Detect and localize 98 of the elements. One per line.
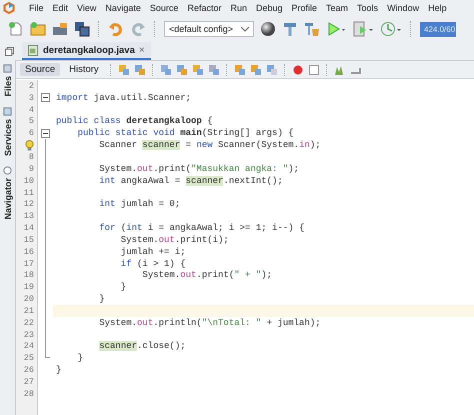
menu-item[interactable]: File — [29, 3, 44, 13]
run-icon[interactable] — [326, 21, 346, 37]
java-file-icon — [28, 44, 39, 56]
editor-tool-icon[interactable] — [208, 64, 220, 76]
line-number: 10 — [24, 176, 34, 186]
sphere-icon[interactable] — [260, 21, 276, 37]
editor-tool-icon[interactable] — [134, 64, 146, 76]
line-number: 16 — [24, 246, 34, 257]
new-file-icon[interactable] — [8, 21, 24, 37]
view-tab[interactable]: Source — [20, 63, 60, 76]
chart-icon[interactable] — [334, 64, 346, 76]
line-number: 12 — [24, 199, 34, 210]
editor-tool-icon[interactable] — [192, 64, 204, 76]
panel-icon — [3, 64, 12, 73]
line-number: 15 — [24, 234, 34, 245]
code-line: System.out.println("\nTotal: " + jumlah); — [98, 318, 321, 328]
line-number: 22 — [24, 318, 34, 328]
menu-item[interactable]: Run — [230, 3, 247, 13]
code-line: jumlah += i; — [120, 246, 186, 257]
menu-item[interactable]: Help — [428, 3, 447, 13]
line-number: 21 — [24, 306, 34, 316]
line-number: 8 — [28, 152, 34, 162]
editor-tab[interactable]: deretangkaloop.java × — [22, 42, 151, 60]
debug-icon[interactable] — [352, 21, 374, 37]
editor-tool-icon[interactable] — [118, 64, 130, 76]
breakpoint-icon[interactable] — [292, 64, 304, 76]
clean-build-icon[interactable] — [304, 21, 320, 37]
app-logo-icon — [3, 2, 15, 14]
line-number: 9 — [28, 164, 34, 174]
menu-item[interactable]: Tools — [357, 3, 378, 13]
code-line: System.out.print("Masukkan angka: "); — [98, 164, 300, 174]
code-line: } — [56, 365, 62, 376]
caret-icon — [241, 26, 249, 32]
code-line: if (i > 1) { — [120, 258, 186, 269]
line-number: 23 — [24, 330, 34, 340]
undo-icon[interactable] — [108, 21, 124, 37]
code-line: } — [76, 353, 84, 364]
editor-tool-icon[interactable] — [160, 64, 172, 76]
editor-tool-icon[interactable] — [234, 64, 246, 76]
code-line: import java.util.Scanner; — [56, 92, 192, 103]
menu-item[interactable]: Navigate — [105, 3, 141, 13]
menu-item[interactable]: Debug — [256, 3, 283, 13]
editor-tool-icon[interactable] — [266, 64, 278, 76]
line-number: 13 — [24, 211, 34, 222]
line-number: 6 — [28, 128, 34, 138]
line-number: 4 — [28, 104, 34, 115]
save-all-icon[interactable] — [74, 21, 90, 37]
close-tab-button[interactable]: × — [138, 44, 145, 56]
line-number: 2 — [28, 80, 34, 91]
code-line: System.out.print(i); — [120, 234, 229, 245]
line-number: 5 — [28, 116, 34, 126]
fold-toggle-icon[interactable] — [41, 128, 50, 138]
menu-item[interactable]: Profile — [292, 3, 318, 13]
side-panel-tab[interactable]: Services — [2, 106, 12, 156]
menu-item[interactable]: Edit — [52, 3, 68, 13]
menu-item[interactable]: View — [77, 3, 96, 13]
code-line: int angkaAwal = scanner.nextInt(); — [98, 176, 283, 186]
side-panel-tab[interactable]: Navigator — [2, 166, 12, 220]
line-number: 14 — [24, 223, 34, 234]
line-number: 28 — [24, 388, 34, 399]
menu-item[interactable]: Source — [150, 3, 178, 13]
line-number: 18 — [24, 270, 34, 280]
side-panel-tab[interactable]: Files — [2, 64, 12, 97]
line-number: 11 — [24, 188, 34, 198]
open-project-icon[interactable] — [52, 21, 68, 37]
profile-icon[interactable] — [380, 21, 402, 37]
restore-window-icon[interactable] — [5, 46, 14, 56]
line-number: 25 — [24, 353, 34, 364]
editor-tool-icon[interactable] — [176, 64, 188, 76]
code-line: System.out.print(" + "); — [141, 270, 272, 280]
line-number: 19 — [24, 282, 34, 292]
hammer-icon[interactable] — [282, 21, 298, 37]
editor-tool-icon[interactable] — [250, 64, 262, 76]
line-number: 27 — [24, 377, 34, 388]
line-number: 3 — [28, 92, 34, 103]
fold-toggle-icon[interactable] — [41, 93, 50, 102]
square-icon[interactable] — [308, 64, 320, 76]
panel-icon — [3, 106, 12, 116]
new-project-icon[interactable] — [30, 21, 46, 37]
lightbulb-icon[interactable] — [25, 140, 34, 151]
line-number: 20 — [24, 294, 34, 304]
line-number: 26 — [24, 365, 34, 376]
code-line: Scanner scanner = new Scanner(System.in); — [98, 140, 321, 150]
code-line: for (int i = angkaAwal; i >= 1; i--) { — [98, 223, 304, 234]
menu-item[interactable]: Refactor — [187, 3, 222, 13]
line-number: 17 — [24, 258, 34, 269]
menu-item[interactable]: Window — [387, 3, 420, 13]
code-line: } — [98, 294, 105, 304]
code-line: public static void main(String[] args) { — [76, 128, 294, 138]
code-line: scanner.close(); — [98, 341, 186, 352]
code-line: } — [120, 282, 126, 292]
code-line: public class deretangkaloop { — [56, 116, 213, 126]
line-number: 24 — [24, 341, 34, 352]
code-line: int jumlah = 0; — [98, 199, 180, 210]
view-tab[interactable]: History — [64, 63, 104, 76]
redo-icon[interactable] — [130, 21, 146, 37]
menu-item[interactable]: Team — [326, 3, 348, 13]
config-dropdown[interactable]: <default config> — [164, 21, 254, 37]
